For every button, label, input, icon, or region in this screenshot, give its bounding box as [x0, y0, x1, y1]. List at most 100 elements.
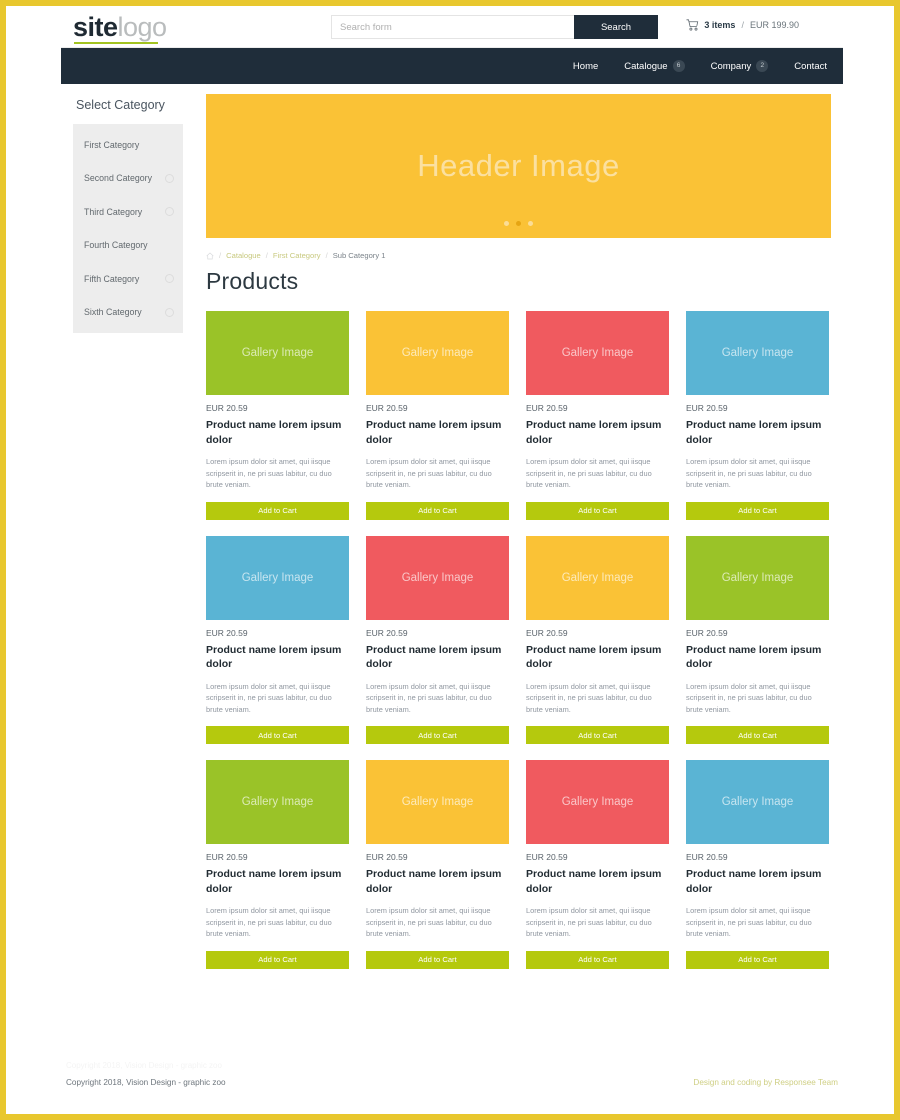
product-thumbnail-yellow[interactable]: Gallery Image: [366, 760, 509, 844]
add-to-cart-button[interactable]: Add to Cart: [686, 726, 829, 744]
nav-label-contact: Contact: [794, 60, 827, 72]
product-thumbnail-yellow[interactable]: Gallery Image: [526, 535, 669, 620]
product-thumbnail-red[interactable]: Gallery Image: [526, 311, 669, 395]
footer-credit-link[interactable]: Design and coding by Responsee Team: [693, 1078, 838, 1087]
product-description: Lorem ipsum dolor sit amet, qui iisque s…: [526, 457, 652, 489]
sidebar-item-first-category[interactable]: First Category: [73, 128, 183, 162]
product-price: EUR 20.59: [686, 852, 728, 862]
nav-item-catalogue[interactable]: Catalogue 6: [624, 60, 685, 72]
product-name: Product name lorem ipsum dolor: [686, 868, 822, 895]
add-to-cart-button[interactable]: Add to Cart: [206, 501, 349, 520]
search-form: Search: [331, 15, 658, 39]
product-thumbnail-green[interactable]: Gallery Image: [206, 760, 349, 844]
product-name: Product name lorem ipsum dolor: [366, 868, 502, 895]
product-description: Lorem ipsum dolor sit amet, qui iisque s…: [206, 906, 332, 938]
product-card: Gallery Image EUR 20.59 Product name lor…: [366, 535, 509, 744]
logo-light-text: logo: [117, 11, 168, 42]
search-button[interactable]: Search: [574, 15, 658, 39]
site-logo[interactable]: sitelogo: [73, 11, 183, 44]
nav-badge-company: 2: [756, 60, 769, 72]
product-thumbnail-red[interactable]: Gallery Image: [526, 760, 669, 844]
sidebar-label: Third Category: [84, 206, 143, 217]
product-thumbnail-green[interactable]: Gallery Image: [206, 311, 349, 395]
product-description: Lorem ipsum dolor sit amet, qui iisque s…: [366, 906, 492, 938]
product-grid: Gallery Image EUR 20.59 Product name lor…: [206, 311, 831, 969]
product-price: EUR 20.59: [366, 627, 408, 638]
page-inner: sitelogo Search 3 items / EUR 199.90 Hom…: [6, 6, 894, 1114]
add-to-cart-button[interactable]: Add to Cart: [526, 501, 669, 520]
circle-icon: [165, 173, 174, 183]
breadcrumb-item-first-category[interactable]: First Category: [273, 251, 321, 260]
cart-separator: /: [741, 20, 744, 30]
product-description: Lorem ipsum dolor sit amet, qui iisque s…: [526, 681, 652, 714]
sidebar-item-fourth-category[interactable]: Fourth Category: [73, 229, 183, 263]
page-content: Select Category First Category Second Ca…: [61, 84, 843, 1044]
sidebar-item-sixth-category[interactable]: Sixth Category: [73, 296, 183, 330]
product-description: Lorem ipsum dolor sit amet, qui iisque s…: [686, 906, 812, 938]
product-name: Product name lorem ipsum dolor: [686, 419, 822, 446]
add-to-cart-button[interactable]: Add to Cart: [366, 726, 509, 744]
add-to-cart-button[interactable]: Add to Cart: [366, 950, 509, 969]
nav-item-contact[interactable]: Contact: [794, 61, 827, 72]
product-price: EUR 20.59: [526, 852, 568, 862]
category-list: First Category Second Category Third Cat…: [73, 124, 183, 333]
cart-summary[interactable]: 3 items / EUR 199.90: [686, 19, 799, 31]
add-to-cart-button[interactable]: Add to Cart: [206, 950, 349, 969]
nav-label-catalogue: Catalogue: [624, 60, 668, 72]
circle-icon: [165, 207, 174, 217]
add-to-cart-button[interactable]: Add to Cart: [206, 726, 349, 744]
logo-strong-text: site: [73, 11, 118, 42]
breadcrumb-item-catalogue[interactable]: Catalogue: [226, 251, 261, 260]
product-description: Lorem ipsum dolor sit amet, qui iisque s…: [526, 906, 652, 938]
add-to-cart-button[interactable]: Add to Cart: [686, 950, 829, 969]
nav-item-company[interactable]: Company 2: [711, 60, 769, 72]
page-title: Products: [206, 268, 299, 294]
product-price: EUR 20.59: [366, 852, 408, 862]
product-card: Gallery Image EUR 20.59 Product name lor…: [206, 311, 349, 520]
sidebar-label: Second Category: [84, 173, 152, 184]
product-name: Product name lorem ipsum dolor: [366, 643, 502, 671]
product-name: Product name lorem ipsum dolor: [206, 868, 342, 895]
home-icon[interactable]: [206, 252, 214, 260]
add-to-cart-button[interactable]: Add to Cart: [686, 501, 829, 520]
product-thumbnail-blue[interactable]: Gallery Image: [206, 535, 349, 620]
product-price: EUR 20.59: [206, 852, 248, 862]
carousel-dot-3[interactable]: [528, 221, 533, 226]
product-description: Lorem ipsum dolor sit amet, qui iisque s…: [686, 457, 812, 489]
product-description: Lorem ipsum dolor sit amet, qui iisque s…: [366, 457, 492, 489]
nav-label-company: Company: [710, 60, 752, 72]
hero-carousel[interactable]: Header Image: [206, 94, 831, 238]
search-input[interactable]: [331, 15, 574, 39]
product-description: Lorem ipsum dolor sit amet, qui iisque s…: [366, 681, 492, 714]
product-thumbnail-yellow[interactable]: Gallery Image: [366, 311, 509, 395]
nav-item-home[interactable]: Home: [573, 61, 598, 72]
sidebar-label: First Category: [84, 139, 140, 150]
product-card: Gallery Image EUR 20.59 Product name lor…: [686, 760, 829, 969]
product-price: EUR 20.59: [686, 403, 728, 413]
product-name: Product name lorem ipsum dolor: [526, 868, 662, 895]
sidebar-item-third-category[interactable]: Third Category: [73, 195, 183, 229]
breadcrumb: / Catalogue / First Category / Sub Categ…: [206, 251, 831, 260]
product-thumbnail-blue[interactable]: Gallery Image: [686, 311, 829, 395]
carousel-dot-1[interactable]: [504, 221, 509, 226]
add-to-cart-button[interactable]: Add to Cart: [526, 950, 669, 969]
category-sidebar: Select Category First Category Second Ca…: [73, 98, 183, 333]
product-thumbnail-blue[interactable]: Gallery Image: [686, 760, 829, 844]
site-header: sitelogo Search 3 items / EUR 199.90: [61, 6, 843, 48]
add-to-cart-button[interactable]: Add to Cart: [526, 726, 669, 744]
product-price: EUR 20.59: [526, 403, 568, 413]
carousel-dot-2-active[interactable]: [516, 221, 521, 226]
footer-ghost-text: Copyright 2018, Vision Design - graphic …: [66, 1061, 222, 1070]
sidebar-item-second-category[interactable]: Second Category: [73, 162, 183, 196]
cart-item-count: 3 items: [704, 20, 736, 30]
product-card: Gallery Image EUR 20.59 Product name lor…: [206, 535, 349, 744]
product-price: EUR 20.59: [686, 627, 728, 638]
product-card: Gallery Image EUR 20.59 Product name lor…: [366, 311, 509, 520]
nav-label-home: Home: [572, 60, 599, 72]
product-thumbnail-green[interactable]: Gallery Image: [686, 535, 829, 620]
add-to-cart-button[interactable]: Add to Cart: [366, 501, 509, 520]
product-description: Lorem ipsum dolor sit amet, qui iisque s…: [206, 681, 332, 714]
sidebar-item-fifth-category[interactable]: Fifth Category: [73, 262, 183, 296]
product-thumbnail-red[interactable]: Gallery Image: [366, 535, 509, 620]
cart-total-price: EUR 199.90: [749, 20, 799, 30]
